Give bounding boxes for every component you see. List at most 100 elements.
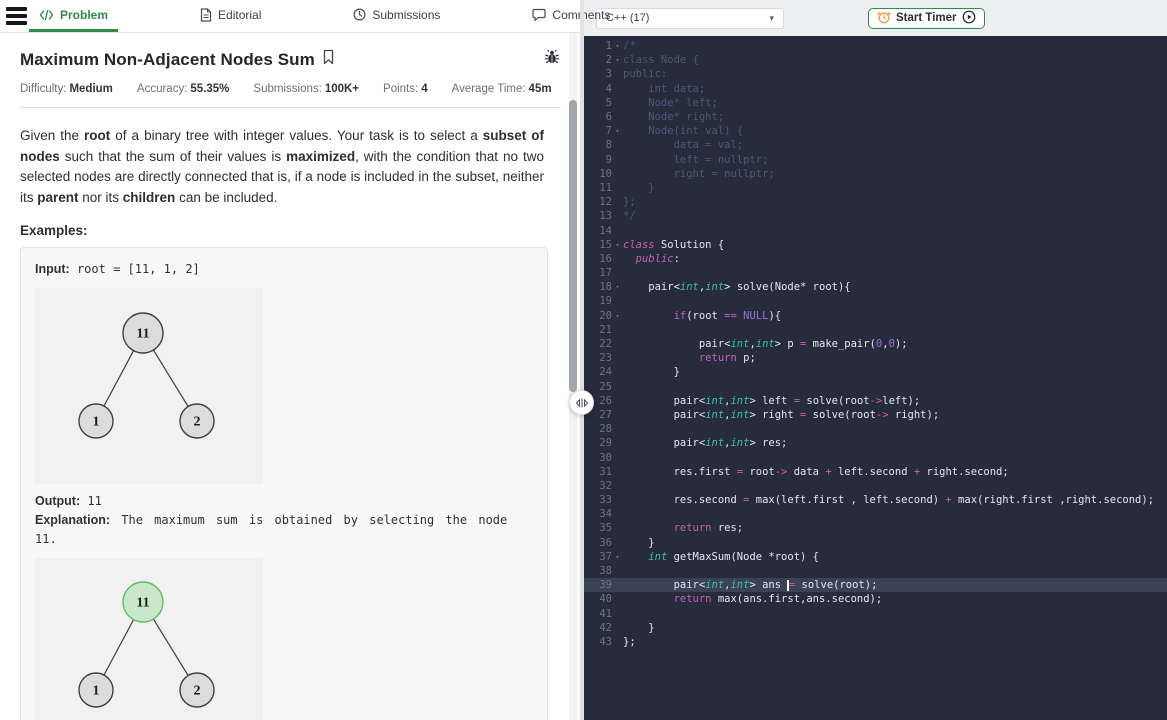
code-line-10[interactable]: 10 right = nullptr; (584, 167, 1167, 181)
svg-text:2: 2 (194, 415, 201, 430)
tab-label: Submissions (372, 7, 441, 22)
code-line-27[interactable]: 27 pair<int,int> right = solve(root-> ri… (584, 408, 1167, 422)
code-line-4[interactable]: 4 int data; (584, 82, 1167, 96)
code-text: res.second = max(left.first , left.secon… (623, 494, 1155, 507)
tab-problem[interactable]: Problem (29, 0, 119, 32)
code-line-37[interactable]: 37 ▾ int getMaxSum(Node *root) { (584, 550, 1167, 564)
code-text: Node* left; (623, 96, 718, 109)
example-box: Input: root = [11, 1, 2] 11 1 2 Output: 11… (20, 247, 548, 720)
tab-comments[interactable]: Comments (522, 0, 620, 32)
line-number: 28 (599, 423, 612, 436)
code-line-33[interactable]: 33 res.second = max(left.first , left.se… (584, 493, 1167, 507)
line-number: 36 (599, 536, 612, 549)
line-number: 40 (599, 593, 612, 606)
svg-text:1: 1 (93, 684, 100, 699)
code-line-32[interactable]: 32 (584, 479, 1167, 493)
language-selector[interactable]: C++ (17) ▾ (596, 7, 784, 29)
code-line-35[interactable]: 35 return res; (584, 521, 1167, 535)
line-number: 11 (599, 181, 612, 194)
svg-text:11: 11 (136, 596, 149, 611)
code-line-36[interactable]: 36 } (584, 536, 1167, 550)
code-line-11[interactable]: 11 } (584, 181, 1167, 195)
code-line-16[interactable]: 16 public: (584, 252, 1167, 266)
panel-splitter[interactable] (569, 0, 594, 720)
code-line-14[interactable]: 14 (584, 223, 1167, 237)
code-line-28[interactable]: 28 (584, 422, 1167, 436)
code-line-20[interactable]: 20 ▾ if(root == NULL){ (584, 309, 1167, 323)
code-line-31[interactable]: 31 res.first = root-> data + left.second… (584, 465, 1167, 479)
code-line-30[interactable]: 30 (584, 450, 1167, 464)
code-line-24[interactable]: 24 } (584, 365, 1167, 379)
line-number: 31 (599, 465, 612, 478)
code-line-22[interactable]: 22 pair<int,int> p = make_pair(0,0); (584, 337, 1167, 351)
stats-row: Difficulty: Medium Accuracy: 55.35% Submissi… (20, 83, 560, 95)
code-line-34[interactable]: 34 (584, 507, 1167, 521)
code-line-40[interactable]: 40 return max(ans.first,ans.second); (584, 592, 1167, 606)
code-line-13[interactable]: 13 */ (584, 209, 1167, 223)
fold-arrow-icon[interactable]: ▾ (612, 312, 623, 320)
code-line-25[interactable]: 25 (584, 380, 1167, 394)
bug-report-icon[interactable] (544, 49, 560, 70)
code-line-3[interactable]: 3 public: (584, 67, 1167, 81)
code-line-26[interactable]: 26 pair<int,int> left = solve(root->left… (584, 394, 1167, 408)
example-explanation: Explanation: The maximum sum is obtained… (35, 513, 508, 546)
code-text: int getMaxSum(Node *root) { (648, 550, 819, 563)
code-line-23[interactable]: 23 return p; (584, 351, 1167, 365)
line-number: 13 (599, 210, 612, 223)
code-line-19[interactable]: 19 (584, 294, 1167, 308)
code-editor[interactable]: 1 ▾/* 2 ▾ class Node {3 public: 4 int data; 5 N… (584, 36, 1167, 720)
code-line-42[interactable]: 42 } (584, 621, 1167, 635)
code-text: } (623, 536, 655, 549)
stat-difficulty: Difficulty: Medium (20, 83, 113, 95)
left-panel-scrollbar[interactable] (569, 33, 577, 720)
examples-heading: Examples: (20, 223, 88, 238)
line-number: 18 (599, 281, 612, 294)
editor-panel: C++ (17) ▾ Start Timer 1 ▾/* 2 ▾ class Node … (584, 0, 1167, 720)
code-line-15[interactable]: 15 ▾ class Solution { (584, 238, 1167, 252)
tab-bar: ProblemEditorialSubmissionsComments (0, 0, 610, 33)
fold-arrow-icon[interactable]: ▾ (612, 56, 623, 64)
line-number: 22 (599, 338, 612, 351)
code-line-9[interactable]: 9 left = nullptr; (584, 153, 1167, 167)
fold-arrow-icon[interactable]: ▾ (612, 42, 623, 50)
hamburger-menu-icon[interactable] (0, 0, 27, 32)
tab-editorial[interactable]: Editorial (190, 0, 271, 32)
code-text: left = nullptr; (623, 153, 769, 166)
code-line-43[interactable]: 43}; (584, 635, 1167, 649)
code-line-17[interactable]: 17 (584, 266, 1167, 280)
line-number: 5 (605, 96, 612, 109)
code-text: /* (623, 40, 636, 53)
code-line-7[interactable]: 7 ▾ Node(int val) { (584, 124, 1167, 138)
tab-submissions[interactable]: Submissions (343, 0, 450, 32)
code-line-41[interactable]: 41 (584, 607, 1167, 621)
fold-arrow-icon[interactable]: ▾ (612, 127, 623, 135)
line-number: 37 (599, 550, 612, 563)
line-number: 43 (599, 635, 612, 648)
fold-arrow-icon[interactable]: ▾ (612, 553, 623, 561)
scrollbar-thumb[interactable] (569, 100, 577, 392)
fold-arrow-icon[interactable]: ▾ (612, 283, 623, 291)
code-line-5[interactable]: 5 Node* left; (584, 96, 1167, 110)
fold-arrow-icon[interactable]: ▾ (612, 241, 623, 249)
start-timer-button[interactable]: Start Timer (868, 7, 985, 29)
code-line-21[interactable]: 21 (584, 323, 1167, 337)
bookmark-icon[interactable] (322, 49, 335, 70)
document-icon (200, 7, 212, 22)
example-output: Output: 11 (35, 494, 102, 508)
code-line-8[interactable]: 8 data = val; (584, 138, 1167, 152)
line-number: 21 (599, 323, 612, 336)
code-line-29[interactable]: 29 pair<int,int> res; (584, 436, 1167, 450)
code-line-1[interactable]: 1 ▾/* (584, 39, 1167, 53)
code-text: } (623, 181, 655, 194)
code-line-6[interactable]: 6 Node* right; (584, 110, 1167, 124)
app-window: Problem Editorial Submissions Comments Maxi… (0, 0, 1167, 720)
line-number: 19 (599, 295, 612, 308)
code-line-2[interactable]: 2 ▾ class Node { (584, 53, 1167, 67)
title-row: Maximum Non-Adjacent Nodes Sum (20, 49, 560, 70)
resize-handle-icon[interactable] (569, 390, 594, 415)
code-text: class Node { (623, 54, 699, 67)
code-line-12[interactable]: 12}; (584, 195, 1167, 209)
code-line-39[interactable]: 39 pair<int,int> ans = solve(root); (584, 578, 1167, 593)
code-line-38[interactable]: 38 (584, 564, 1167, 578)
code-line-18[interactable]: 18 ▾ pair<int,int> solve(Node* root){ (584, 280, 1167, 294)
